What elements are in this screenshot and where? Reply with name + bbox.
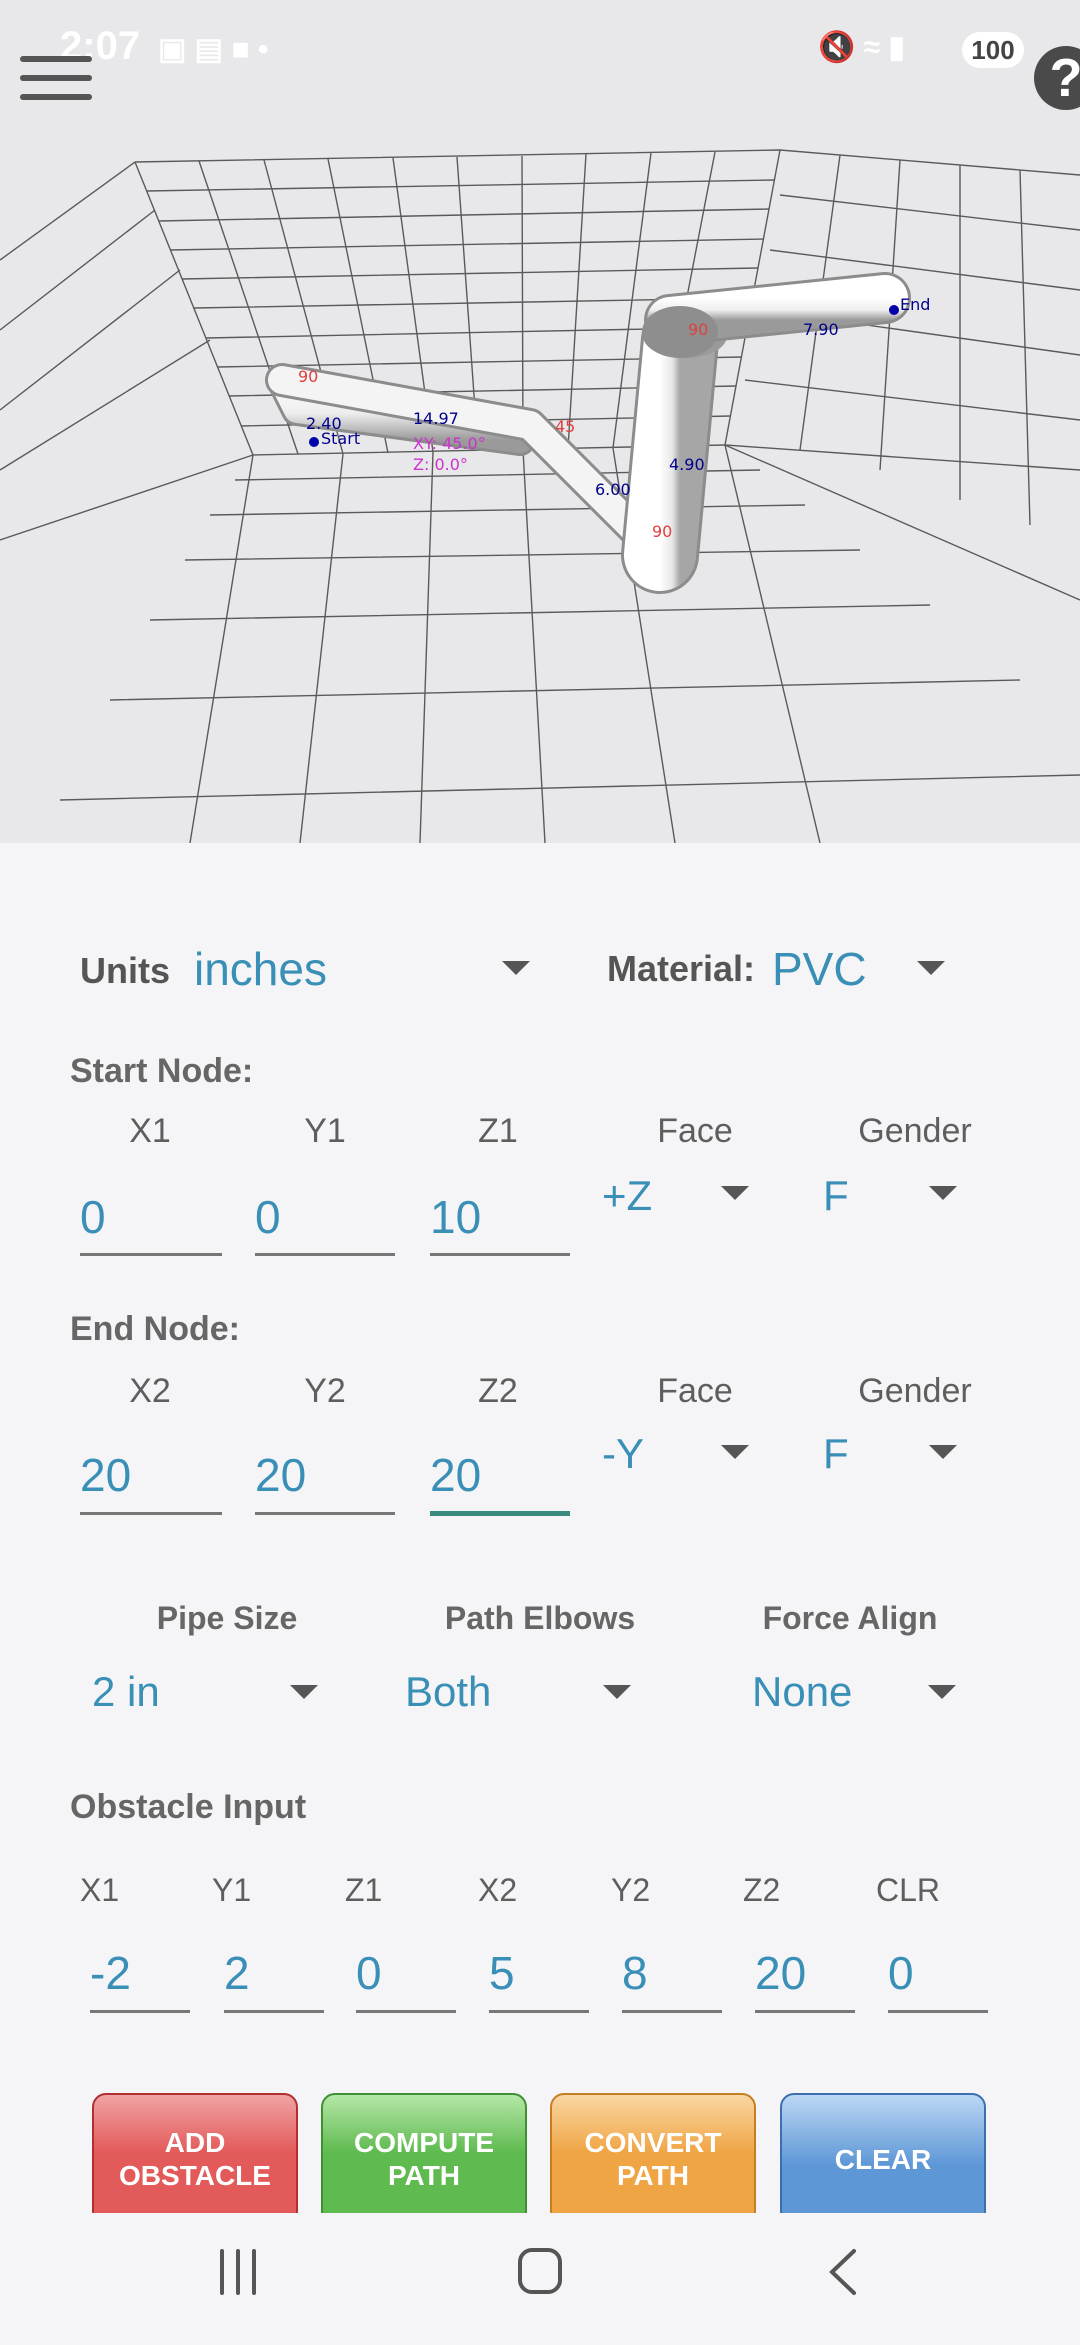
material-select[interactable]: PVC xyxy=(772,942,867,996)
path-elbows-select[interactable]: Both xyxy=(405,1668,491,1716)
segment-length-label: 6.00 xyxy=(595,480,631,499)
segment-angle-xy-label: XY: 45.0° xyxy=(413,434,486,453)
force-align-label: Force Align xyxy=(740,1600,960,1637)
end-gender-select[interactable]: F xyxy=(823,1430,849,1478)
start-point-marker xyxy=(309,437,319,447)
start-face-label: Face xyxy=(615,1112,775,1151)
recent-apps-button[interactable] xyxy=(222,2251,254,2293)
obstacle-z2-label: Z2 xyxy=(743,1872,780,1909)
end-x-input[interactable]: 20 xyxy=(80,1448,131,1502)
pipe-size-select[interactable]: 2 in xyxy=(92,1668,160,1716)
force-align-select[interactable]: None xyxy=(752,1668,852,1716)
material-label: Material: xyxy=(607,948,755,990)
obstacle-input-title: Obstacle Input xyxy=(70,1788,306,1827)
pipe-3d-scene: Start End 2.40 14.97 XY: 45.0° Z: 0.0° 6… xyxy=(0,0,1080,843)
convert-path-button[interactable]: CONVERTPATH xyxy=(550,2093,756,2225)
start-node-title: Start Node: xyxy=(70,1052,253,1091)
clear-button[interactable]: CLEAR xyxy=(780,2093,986,2225)
obstacle-x2-input[interactable]: 5 xyxy=(489,1946,515,2000)
obstacle-y2-input[interactable]: 8 xyxy=(622,1946,648,2000)
obstacle-y1-label: Y1 xyxy=(212,1872,251,1909)
menu-button[interactable] xyxy=(20,56,92,108)
obstacle-x1-input[interactable]: -2 xyxy=(90,1946,131,2000)
obstacle-z1-label: Z1 xyxy=(345,1872,382,1909)
elbow-angle-label: 90 xyxy=(688,320,708,339)
start-x-label: X1 xyxy=(80,1112,220,1151)
obstacle-z1-input[interactable]: 0 xyxy=(356,1946,382,2000)
start-z-input[interactable]: 10 xyxy=(430,1190,481,1244)
end-y-input[interactable]: 20 xyxy=(255,1448,306,1502)
obstacle-clr-input[interactable]: 0 xyxy=(888,1946,914,2000)
obstacle-y2-label: Y2 xyxy=(611,1872,650,1909)
end-y-label: Y2 xyxy=(255,1372,395,1411)
3d-viewport[interactable]: Start End 2.40 14.97 XY: 45.0° Z: 0.0° 6… xyxy=(0,0,1080,843)
end-label: End xyxy=(900,295,930,314)
system-navigation-bar xyxy=(0,2213,1080,2340)
end-face-label: Face xyxy=(615,1372,775,1411)
end-z-input[interactable]: 20 xyxy=(430,1448,481,1502)
home-button[interactable] xyxy=(520,2250,560,2292)
obstacle-z2-input[interactable]: 20 xyxy=(755,1946,806,2000)
chevron-down-icon[interactable] xyxy=(917,961,945,975)
elbow-angle-label: 45 xyxy=(555,417,575,436)
start-y-label: Y1 xyxy=(255,1112,395,1151)
back-button[interactable] xyxy=(832,2251,854,2293)
pipe-size-label: Pipe Size xyxy=(127,1600,327,1637)
end-node-title: End Node: xyxy=(70,1310,240,1349)
menu-icon xyxy=(20,56,92,62)
units-select[interactable]: inches xyxy=(194,942,327,996)
segment-length-label: 14.97 xyxy=(413,409,459,428)
segment-length-label: 7.90 xyxy=(803,320,839,339)
end-gender-label: Gender xyxy=(835,1372,995,1411)
start-x-input[interactable]: 0 xyxy=(80,1190,106,1244)
obstacle-clr-label: CLR xyxy=(876,1872,940,1909)
obstacle-x1-label: X1 xyxy=(80,1872,119,1909)
compute-path-button[interactable]: COMPUTEPATH xyxy=(321,2093,527,2225)
help-icon: ? xyxy=(1050,48,1080,108)
start-gender-select[interactable]: F xyxy=(823,1172,849,1220)
chevron-down-icon[interactable] xyxy=(721,1186,749,1200)
obstacle-x2-label: X2 xyxy=(478,1872,517,1909)
chevron-down-icon[interactable] xyxy=(928,1685,956,1699)
units-label: Units xyxy=(80,950,170,992)
start-face-select[interactable]: +Z xyxy=(602,1172,652,1220)
chevron-down-icon[interactable] xyxy=(603,1685,631,1699)
obstacle-y1-input[interactable]: 2 xyxy=(224,1946,250,2000)
chevron-down-icon[interactable] xyxy=(929,1445,957,1459)
elbow-angle-label: 90 xyxy=(652,522,672,541)
start-y-input[interactable]: 0 xyxy=(255,1190,281,1244)
chevron-down-icon[interactable] xyxy=(502,961,530,975)
segment-length-label: 2.40 xyxy=(306,414,342,433)
chevron-down-icon[interactable] xyxy=(721,1445,749,1459)
start-z-label: Z1 xyxy=(428,1112,568,1151)
chevron-down-icon[interactable] xyxy=(290,1685,318,1699)
path-elbows-label: Path Elbows xyxy=(420,1600,660,1637)
end-point-marker xyxy=(889,305,899,315)
add-obstacle-button[interactable]: ADDOBSTACLE xyxy=(92,2093,298,2225)
pipe-path xyxy=(282,298,885,555)
notification-icons: ▣ ▤ ■ • xyxy=(158,32,268,82)
signal-icons: 🔇 ≈ ▮ xyxy=(818,30,905,80)
start-gender-label: Gender xyxy=(835,1112,995,1151)
end-face-select[interactable]: -Y xyxy=(602,1430,644,1478)
battery-icon: 100 xyxy=(962,32,1024,68)
elbow-angle-label: 90 xyxy=(298,367,318,386)
end-z-label: Z2 xyxy=(428,1372,568,1411)
grid xyxy=(0,150,1080,843)
segment-length-label: 4.90 xyxy=(669,455,705,474)
segment-angle-z-label: Z: 0.0° xyxy=(413,455,468,474)
end-x-label: X2 xyxy=(80,1372,220,1411)
chevron-down-icon[interactable] xyxy=(929,1186,957,1200)
